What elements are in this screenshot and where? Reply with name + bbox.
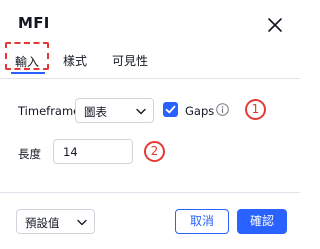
- active-tab-indicator: [11, 72, 45, 74]
- annotation-badge-2: 2: [144, 141, 165, 162]
- indicator-settings-dialog: MFI 輸入 樣式 可見性 Timeframe 圖表 Gaps 1 長度 14 …: [0, 0, 300, 249]
- checkmark-icon: [165, 105, 176, 114]
- tabs-divider: [0, 78, 300, 79]
- timeframe-value: 圖表: [84, 105, 107, 119]
- defaults-select[interactable]: 預設值: [16, 209, 95, 234]
- annotation-badge-1: 1: [245, 99, 266, 120]
- tab-style[interactable]: 樣式: [63, 52, 87, 69]
- chevron-down-icon: [136, 108, 146, 115]
- gaps-checkbox[interactable]: [163, 102, 178, 117]
- footer-divider: [0, 192, 300, 193]
- tab-visibility[interactable]: 可見性: [112, 52, 148, 69]
- gaps-label: Gaps: [185, 104, 215, 118]
- tab-bar: 輸入 樣式 可見性: [0, 42, 300, 78]
- timeframe-select[interactable]: 圖表: [75, 98, 154, 123]
- ok-button[interactable]: 確認: [237, 209, 287, 234]
- chevron-down-icon: [77, 219, 87, 226]
- length-label: 長度: [18, 147, 41, 161]
- close-icon[interactable]: [266, 16, 284, 34]
- dialog-title: MFI: [18, 14, 50, 32]
- info-icon[interactable]: [216, 103, 229, 116]
- timeframe-label: Timeframe: [18, 104, 81, 118]
- length-input[interactable]: 14: [53, 139, 133, 164]
- cancel-button[interactable]: 取消: [175, 209, 229, 234]
- defaults-label: 預設值: [25, 216, 60, 230]
- tab-inputs[interactable]: 輸入: [15, 53, 39, 70]
- length-value: 14: [63, 145, 78, 159]
